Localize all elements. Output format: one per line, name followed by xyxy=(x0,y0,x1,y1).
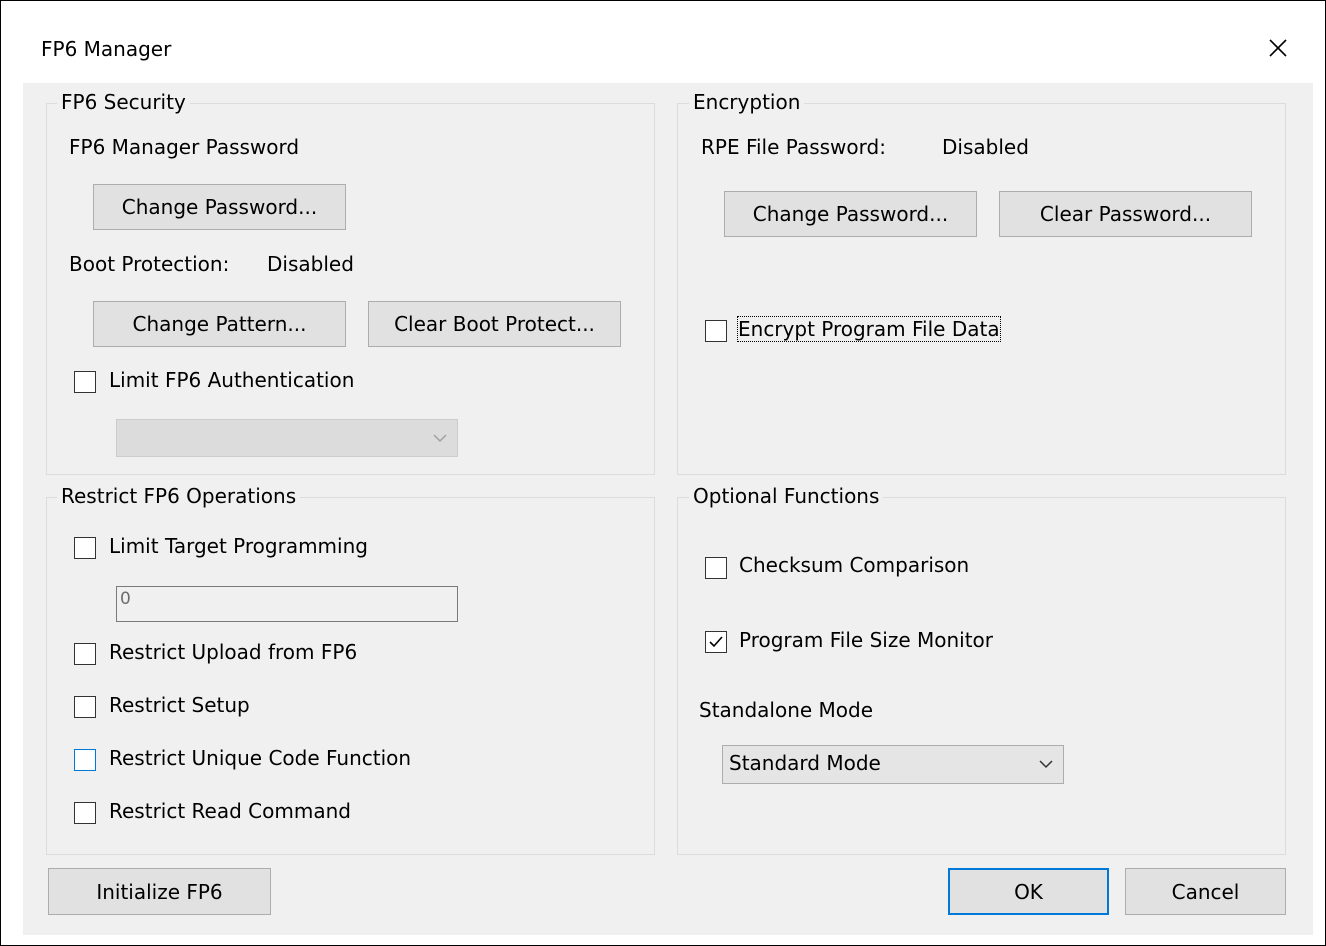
boot-protection-value: Disabled xyxy=(267,252,354,276)
restrict-upload-label[interactable]: Restrict Upload from FP6 xyxy=(109,640,357,664)
optional-groupbox xyxy=(677,497,1286,855)
manager-password-label: FP6 Manager Password xyxy=(69,135,300,159)
clear-rpe-password-button[interactable]: Clear Password... xyxy=(999,191,1252,237)
rpe-password-value: Disabled xyxy=(942,135,1029,159)
limit-auth-label[interactable]: Limit FP6 Authentication xyxy=(109,368,354,392)
limit-target-checkbox[interactable] xyxy=(74,537,96,559)
encryption-legend: Encryption xyxy=(689,90,805,114)
cancel-button[interactable]: Cancel xyxy=(1125,868,1286,915)
restrict-upload-checkbox[interactable] xyxy=(74,643,96,665)
boot-protection-label: Boot Protection: xyxy=(69,252,230,276)
restrict-setup-label[interactable]: Restrict Setup xyxy=(109,693,250,717)
standalone-mode-select[interactable]: Standard Mode xyxy=(722,745,1064,784)
limit-target-count-input: 0 xyxy=(116,586,458,622)
close-icon[interactable] xyxy=(1261,31,1295,65)
standalone-mode-label: Standalone Mode xyxy=(699,698,874,722)
restrict-setup-checkbox[interactable] xyxy=(74,696,96,718)
encrypt-data-checkbox[interactable] xyxy=(705,320,727,342)
limit-target-count-value: 0 xyxy=(120,589,131,609)
chevron-down-icon xyxy=(431,428,449,452)
restrict-unique-code-checkbox[interactable] xyxy=(74,749,96,771)
restrict-legend: Restrict FP6 Operations xyxy=(57,484,301,508)
size-monitor-checkbox[interactable] xyxy=(705,631,727,653)
restrict-unique-code-label[interactable]: Restrict Unique Code Function xyxy=(109,746,411,770)
change-manager-password-button[interactable]: Change Password... xyxy=(93,184,346,230)
initialize-fp6-button[interactable]: Initialize FP6 xyxy=(48,868,271,915)
auth-dropdown xyxy=(116,419,458,457)
change-rpe-password-button[interactable]: Change Password... xyxy=(724,191,977,237)
checkmark-icon xyxy=(709,636,723,648)
optional-legend: Optional Functions xyxy=(689,484,884,508)
window-title: FP6 Manager xyxy=(41,37,172,61)
encrypt-data-label[interactable]: Encrypt Program File Data xyxy=(737,316,1001,342)
checksum-checkbox[interactable] xyxy=(705,557,727,579)
fp6-manager-window: FP6 Manager FP6 Security FP6 Manager Pas… xyxy=(0,0,1326,946)
clear-boot-protect-button[interactable]: Clear Boot Protect... xyxy=(368,301,621,347)
change-pattern-button[interactable]: Change Pattern... xyxy=(93,301,346,347)
size-monitor-label[interactable]: Program File Size Monitor xyxy=(739,628,993,652)
security-legend: FP6 Security xyxy=(57,90,190,114)
restrict-read-command-label[interactable]: Restrict Read Command xyxy=(109,799,351,823)
checksum-label[interactable]: Checksum Comparison xyxy=(739,553,969,577)
ok-button[interactable]: OK xyxy=(948,868,1109,915)
limit-auth-checkbox[interactable] xyxy=(74,371,96,393)
standalone-mode-value: Standard Mode xyxy=(729,751,881,775)
rpe-password-label: RPE File Password: xyxy=(701,135,886,159)
restrict-read-command-checkbox[interactable] xyxy=(74,802,96,824)
chevron-down-icon xyxy=(1037,754,1055,778)
limit-target-label[interactable]: Limit Target Programming xyxy=(109,534,368,558)
